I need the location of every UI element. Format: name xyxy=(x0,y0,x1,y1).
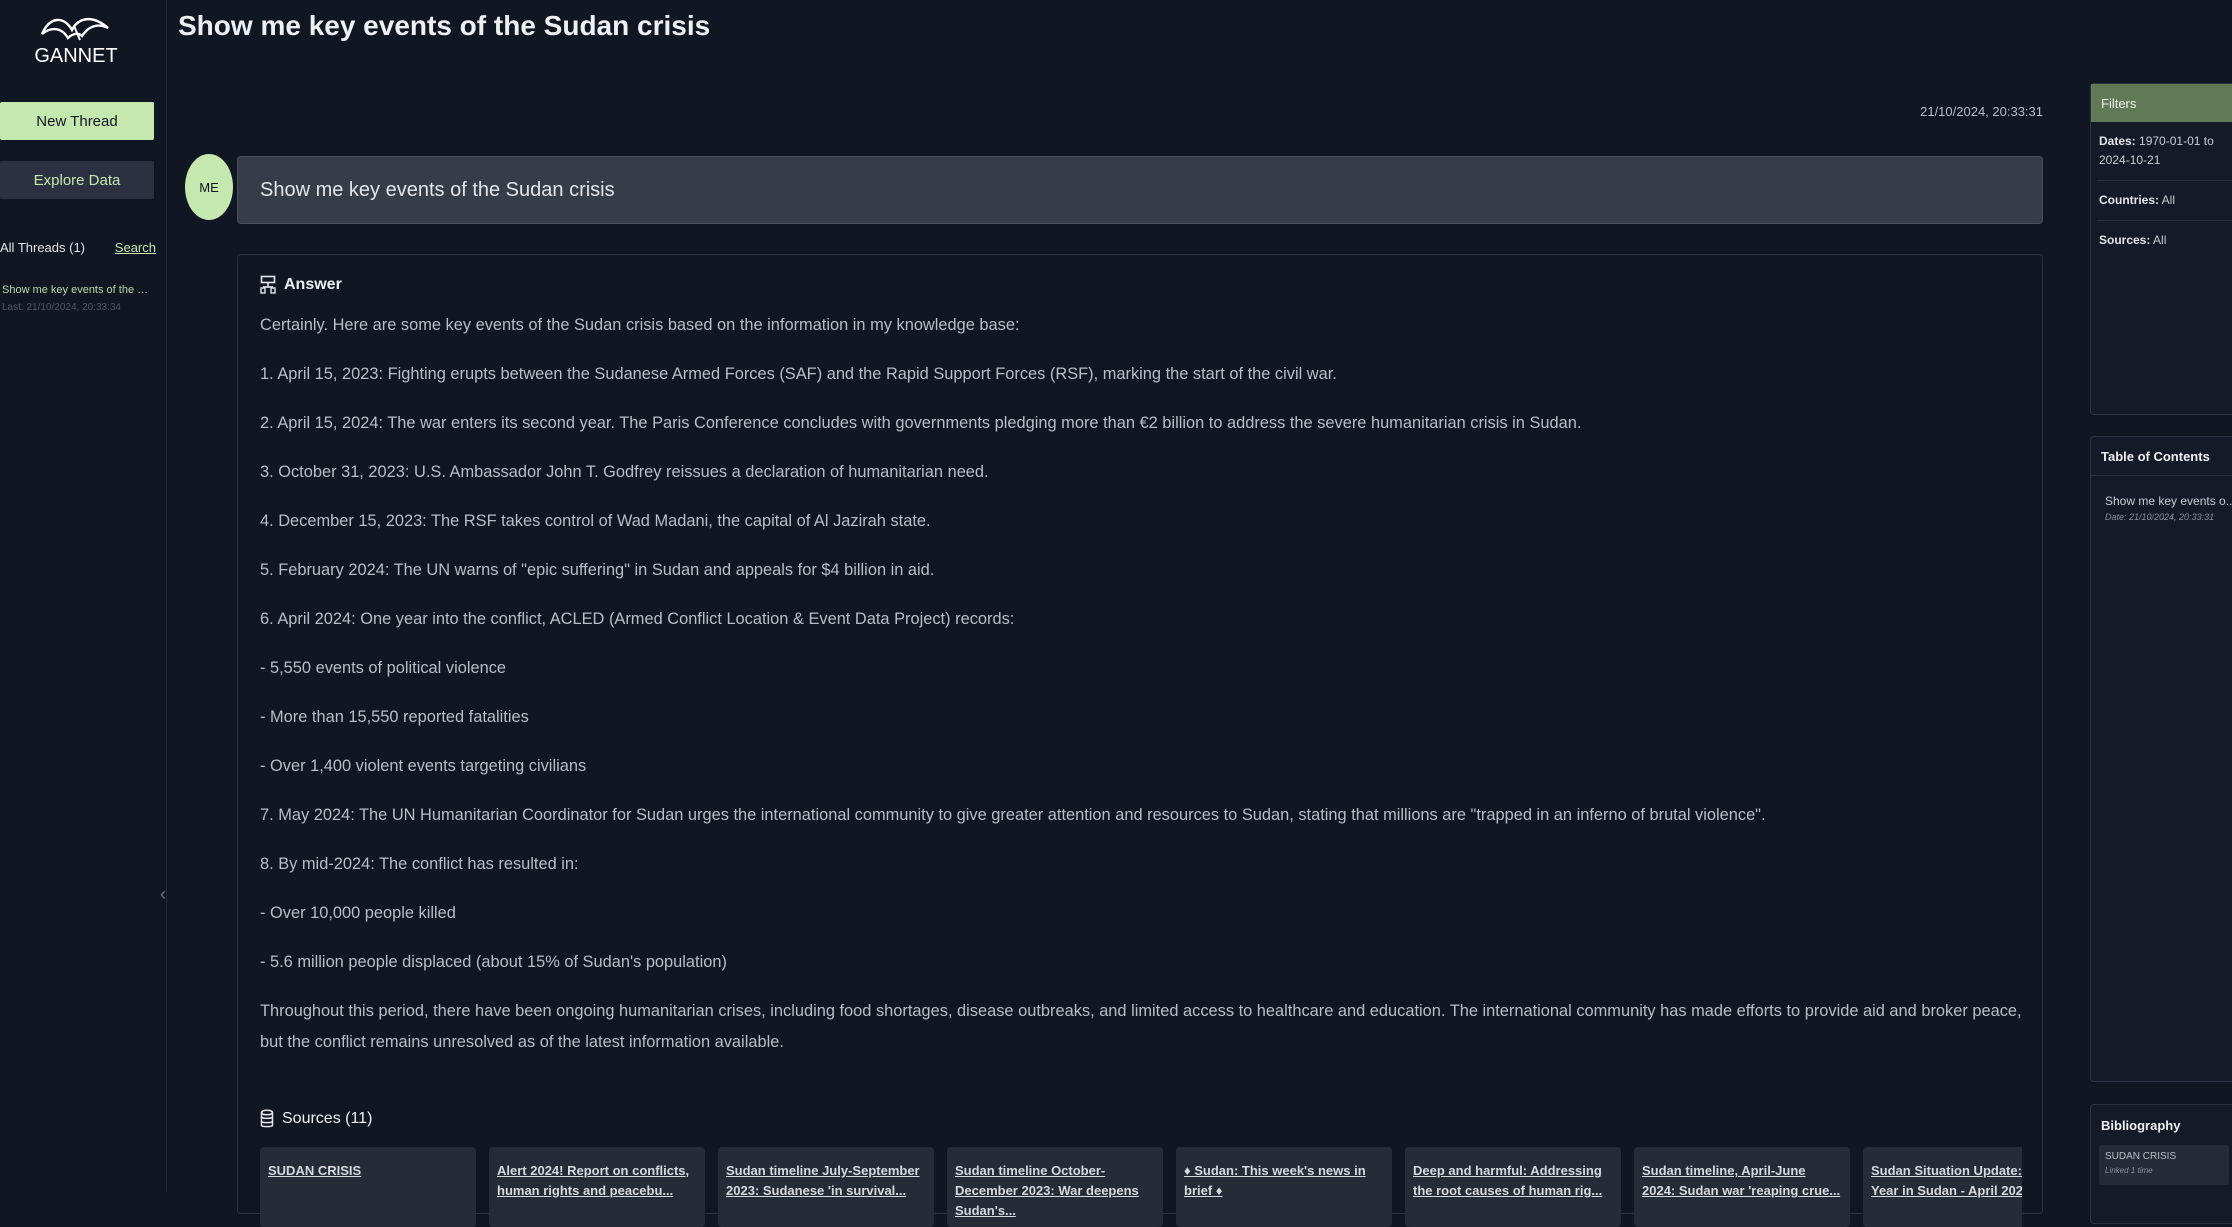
source-card[interactable]: Sudan Situation Update: One Year in Suda… xyxy=(1863,1147,2022,1227)
sources-header: Sources (11) xyxy=(260,1109,372,1129)
gannet-logo[interactable]: GANNET xyxy=(34,10,118,67)
answer-paragraph: 4. December 15, 2023: The RSF takes cont… xyxy=(260,512,931,530)
thread-item-title: Show me key events of the S... xyxy=(2,284,152,296)
threads-search-link[interactable]: Search xyxy=(115,240,156,255)
bibliography-panel: Bibliography SUDAN CRISIS Linked 1 time xyxy=(2090,1104,2232,1224)
collapse-sidebar-icon[interactable]: ‹ xyxy=(160,884,166,905)
toc-item-date: Date: 21/10/2024, 20:33:31 xyxy=(2105,512,2215,522)
answer-card: Answer Certainly. Here are some key even… xyxy=(237,254,2043,1227)
explore-data-button[interactable]: Explore Data xyxy=(0,161,154,199)
toc-item-title: Show me key events o... xyxy=(2105,494,2232,508)
logo-text: GANNET xyxy=(34,45,117,66)
answer-paragraph: Throughout this period, there have been … xyxy=(260,1002,2022,1051)
filter-dates: Dates: 1970-01-01 to 2024-10-21 xyxy=(2097,122,2232,181)
filters-title: Filters xyxy=(2091,84,2232,122)
source-card[interactable]: Deep and harmful: Addressing the root ca… xyxy=(1405,1147,1621,1227)
avatar: ME xyxy=(185,154,233,220)
thread-list-item[interactable]: Show me key events of the S... Last: 21/… xyxy=(2,284,152,313)
page-title: Show me key events of the Sudan crisis xyxy=(178,10,711,41)
answer-paragraph: 6. April 2024: One year into the conflic… xyxy=(260,610,1015,628)
answer-header: Answer xyxy=(260,275,342,295)
source-card[interactable]: ♦ Sudan: This week's news in brief ♦ xyxy=(1176,1147,1392,1227)
answer-paragraph: - Over 1,400 violent events targeting ci… xyxy=(260,757,587,775)
source-card[interactable]: Sudan timeline, April-June 2024: Sudan w… xyxy=(1634,1147,1850,1227)
filter-countries-value: All xyxy=(2161,193,2176,207)
threads-title: All Threads (1) xyxy=(0,240,86,255)
question-text: Show me key events of the Sudan crisis xyxy=(260,178,615,201)
answer-paragraph: 8. By mid-2024: The conflict has resulte… xyxy=(260,855,579,873)
source-card[interactable]: Sudan timeline October-December 2023: Wa… xyxy=(947,1147,1163,1227)
filter-countries-label: Countries: xyxy=(2099,193,2159,207)
answer-paragraph: - More than 15,550 reported fatalities xyxy=(260,708,529,726)
question-bubble: Show me key events of the Sudan crisis xyxy=(237,156,2043,224)
answer-paragraph: - Over 10,000 people killed xyxy=(260,904,456,922)
sources-label: Sources (11) xyxy=(282,1110,373,1127)
bibliography-item-subtitle: Linked 1 time xyxy=(2105,1166,2153,1175)
bibliography-title: Bibliography xyxy=(2101,1117,2181,1133)
answer-paragraph: - 5.6 million people displaced (about 15… xyxy=(260,953,727,971)
filters-panel: Filters Dates: 1970-01-01 to 2024-10-21 … xyxy=(2090,83,2232,415)
answer-paragraph: 2. April 15, 2024: The war enters its se… xyxy=(260,414,1582,432)
source-card[interactable]: Alert 2024! Report on conflicts, human r… xyxy=(489,1147,705,1227)
answer-paragraph: 5. February 2024: The UN warns of "epic … xyxy=(260,561,935,579)
answer-paragraph: 1. April 15, 2023: Fighting erupts betwe… xyxy=(260,365,1337,383)
answer-paragraph: Certainly. Here are some key events of t… xyxy=(260,316,1020,334)
bibliography-item-title: SUDAN CRISIS xyxy=(2105,1151,2177,1162)
toc-panel: Table of Contents Show me key events o..… xyxy=(2090,436,2232,1082)
toc-item[interactable]: Show me key events o... Date: 21/10/2024… xyxy=(2105,494,2232,522)
sources-row: SUDAN CRISIS Alert 2024! Report on confl… xyxy=(260,1147,2022,1227)
answer-paragraph: - 5,550 events of political violence xyxy=(260,659,507,677)
source-card[interactable]: SUDAN CRISIS xyxy=(260,1147,476,1227)
sidebar: GANNET New Thread Explore Data All Threa… xyxy=(0,0,167,1192)
filter-sources-value: All xyxy=(2153,233,2167,247)
answer-body: Certainly. Here are some key events of t… xyxy=(260,310,2028,1077)
answer-label: Answer xyxy=(284,276,342,293)
answer-paragraph: 3. October 31, 2023: U.S. Ambassador Joh… xyxy=(260,463,989,481)
answer-paragraph: 7. May 2024: The UN Humanitarian Coordin… xyxy=(260,806,1766,824)
thread-item-date: Last: 21/10/2024, 20:33:34 xyxy=(2,302,121,313)
filter-sources-label: Sources: xyxy=(2099,233,2151,247)
new-thread-button[interactable]: New Thread xyxy=(0,102,154,140)
answer-icon xyxy=(260,275,276,294)
bibliography-item[interactable]: SUDAN CRISIS Linked 1 time xyxy=(2099,1145,2229,1185)
message-timestamp: 21/10/2024, 20:33:31 xyxy=(1920,104,2043,119)
database-icon xyxy=(260,1109,274,1128)
filter-sources: Sources: All xyxy=(2097,221,2232,260)
source-card[interactable]: Sudan timeline July-September 2023: Suda… xyxy=(718,1147,934,1227)
toc-title: Table of Contents xyxy=(2091,437,2232,476)
filter-dates-label: Dates: xyxy=(2099,134,2136,148)
filter-countries: Countries: All xyxy=(2097,181,2232,221)
